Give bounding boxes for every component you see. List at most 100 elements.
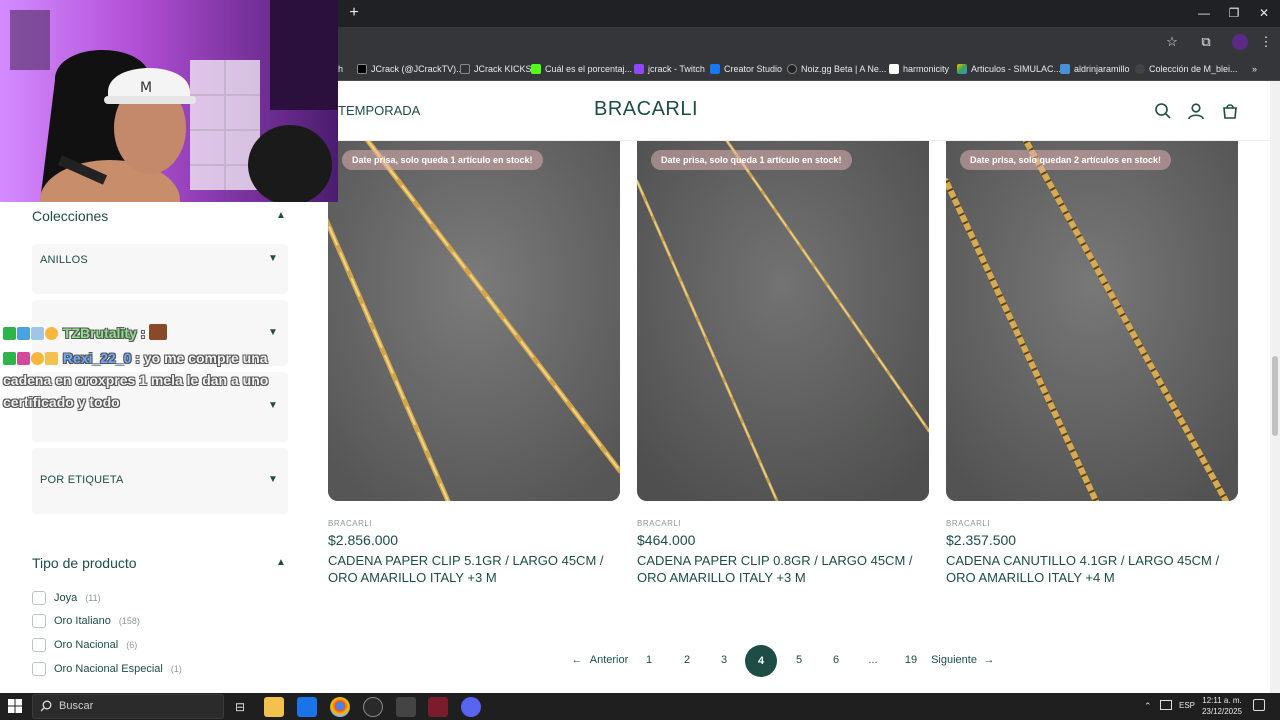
product-price: $2.357.500 — [946, 532, 1017, 548]
collection-icon — [1135, 64, 1145, 74]
pagination-page[interactable]: 3 — [717, 653, 731, 667]
checkbox[interactable] — [32, 614, 46, 628]
nav-item-temporada[interactable]: TEMPORADA — [338, 103, 420, 118]
pagination-page[interactable]: 2 — [680, 653, 694, 667]
pagination-ellipsis: ... — [868, 654, 878, 666]
network-icon[interactable] — [1160, 700, 1172, 710]
bookmark-item[interactable]: Creator Studio — [710, 61, 782, 77]
search-icon[interactable] — [1154, 102, 1172, 120]
chrome-icon[interactable] — [330, 697, 350, 717]
pagination-prev[interactable]: Anterior — [588, 653, 630, 667]
profile-avatar-icon[interactable] — [1232, 34, 1248, 50]
pagination-page[interactable]: 6 — [829, 653, 843, 667]
new-tab-button[interactable]: + — [346, 5, 362, 21]
account-icon[interactable] — [1187, 102, 1205, 120]
chat-message-continued: certificado y todo — [3, 394, 120, 410]
stock-badge: Date prisa, solo quedan 2 artículos en s… — [960, 150, 1172, 170]
chat-badge-icon — [17, 327, 30, 340]
pagination-page[interactable]: 1 — [642, 653, 656, 667]
chat-badge-icon — [45, 352, 58, 365]
system-clock[interactable]: 12:11 a. m. 23/12/2025 — [1200, 695, 1244, 717]
pagination-next[interactable]: Siguiente — [930, 653, 978, 667]
cart-icon[interactable] — [1221, 102, 1239, 120]
product-title[interactable]: CADENA CANUTILLO 4.1GR / LARGO 45CM / OR… — [946, 552, 1236, 586]
webcam-overlay: M — [0, 0, 338, 202]
chat-message-continued: cadena en oroxpres 1 mela le dan a uno — [3, 372, 269, 388]
twitch-icon — [634, 64, 644, 74]
chat-badge-icon — [45, 327, 58, 340]
filter-option-joya[interactable]: Joya (11) — [32, 590, 101, 606]
pagination-page[interactable]: 5 — [792, 653, 806, 667]
chevron-down-icon[interactable]: ▼ — [268, 254, 278, 264]
collection-filter-label: POR ETIQUETA — [40, 474, 124, 486]
chevron-down-icon[interactable]: ▼ — [268, 401, 278, 411]
facebook-icon — [710, 64, 720, 74]
product-title[interactable]: CADENA PAPER CLIP 0.8GR / LARGO 45CM / O… — [637, 552, 927, 586]
chevron-down-icon[interactable]: ▼ — [268, 475, 278, 485]
restore-button[interactable]: ❐ — [1224, 5, 1244, 21]
scrollbar-thumb[interactable] — [1272, 356, 1278, 436]
filter-option-oro-nacional[interactable]: Oro Nacional (6) — [32, 637, 137, 653]
browser-menu-icon[interactable]: ⋮ — [1258, 34, 1274, 50]
bookmark-star-icon[interactable]: ☆ — [1164, 34, 1180, 50]
collection-filter-por-etiqueta[interactable]: POR ETIQUETA — [32, 448, 288, 514]
collection-filter-anillos[interactable]: ANILLOS — [32, 244, 288, 294]
profile-page-icon — [1060, 64, 1070, 74]
brand-logo[interactable]: BRACARLI — [594, 98, 698, 121]
close-window-button[interactable]: ✕ — [1254, 5, 1274, 21]
minimize-button[interactable]: — — [1194, 5, 1214, 21]
file-explorer-icon[interactable] — [264, 697, 284, 717]
pagination-current-page[interactable]: 4 — [745, 645, 777, 677]
arrow-left-icon[interactable]: ← — [570, 653, 584, 667]
filter-colecciones-title[interactable]: Colecciones — [32, 208, 108, 224]
extensions-icon[interactable]: ⧉ — [1198, 34, 1214, 50]
windows-start-icon[interactable] — [8, 699, 22, 713]
bookmark-item[interactable]: jcrack - Twitch — [634, 61, 705, 77]
app-icon[interactable] — [396, 697, 416, 717]
input-language[interactable]: ESP — [1179, 701, 1195, 710]
tray-chevron-icon[interactable]: ⌃ — [1144, 701, 1152, 712]
bookmark-item[interactable]: Cuál es el porcentaj... — [531, 61, 632, 77]
checkbox[interactable] — [32, 662, 46, 676]
product-image[interactable] — [637, 141, 929, 501]
product-price: $464.000 — [637, 532, 696, 548]
outlook-icon[interactable] — [297, 697, 317, 717]
notifications-icon[interactable] — [1253, 699, 1265, 711]
bookmark-item[interactable]: JCrack (@JCrackTV)... — [357, 61, 464, 77]
checkbox[interactable] — [32, 638, 46, 652]
bookmark-item[interactable]: aldrinjaramillo — [1060, 61, 1130, 77]
bookmark-item[interactable]: JCrack KICKS — [460, 61, 532, 77]
bookmark-item[interactable]: h — [338, 61, 343, 77]
bookmark-item[interactable]: harmonicity — [889, 61, 949, 77]
pagination-page[interactable]: 19 — [902, 653, 920, 667]
task-view-icon[interactable]: ⊟ — [230, 697, 250, 717]
obs-icon[interactable] — [363, 697, 383, 717]
product-image[interactable] — [328, 141, 620, 501]
filter-option-oro-nacional-especial[interactable]: Oro Nacional Especial (1) — [32, 661, 182, 677]
arrow-right-icon[interactable]: → — [982, 653, 996, 667]
chat-username: Rexi_22_0 — [62, 350, 132, 366]
bookmark-item[interactable]: Articulos - SIMULAC... — [957, 61, 1061, 77]
bookmarks-overflow-button[interactable]: » — [1252, 61, 1257, 77]
kick-green-icon — [531, 64, 541, 74]
chat-message: Rexi_22_0 : yo me compre una — [3, 350, 268, 366]
stock-badge: Date prisa, solo queda 1 artículo en sto… — [651, 150, 852, 170]
chevron-up-icon[interactable]: ▲ — [276, 558, 286, 568]
x-logo-icon — [357, 64, 367, 74]
bookmark-item[interactable]: Colección de M_blei... — [1135, 61, 1238, 77]
bookmark-item[interactable]: Noiz.gg Beta | A Ne... — [787, 61, 886, 77]
product-image[interactable] — [946, 141, 1238, 501]
filter-option-oro-italiano[interactable]: Oro Italiano (158) — [32, 613, 140, 629]
chat-badge-icon — [3, 352, 16, 365]
filter-tipo-title[interactable]: Tipo de producto — [32, 555, 137, 571]
chevron-down-icon[interactable]: ▼ — [268, 328, 278, 338]
discord-icon[interactable] — [461, 697, 481, 717]
app-icon[interactable] — [428, 697, 448, 717]
kick-logo-icon — [460, 64, 470, 74]
stock-badge: Date prisa, solo queda 1 artículo en sto… — [342, 150, 543, 170]
chevron-up-icon[interactable]: ▲ — [276, 211, 286, 221]
chat-badge-icon — [31, 352, 44, 365]
checkbox[interactable] — [32, 591, 46, 605]
chat-badge-icon — [31, 327, 44, 340]
product-title[interactable]: CADENA PAPER CLIP 5.1GR / LARGO 45CM / O… — [328, 552, 618, 586]
